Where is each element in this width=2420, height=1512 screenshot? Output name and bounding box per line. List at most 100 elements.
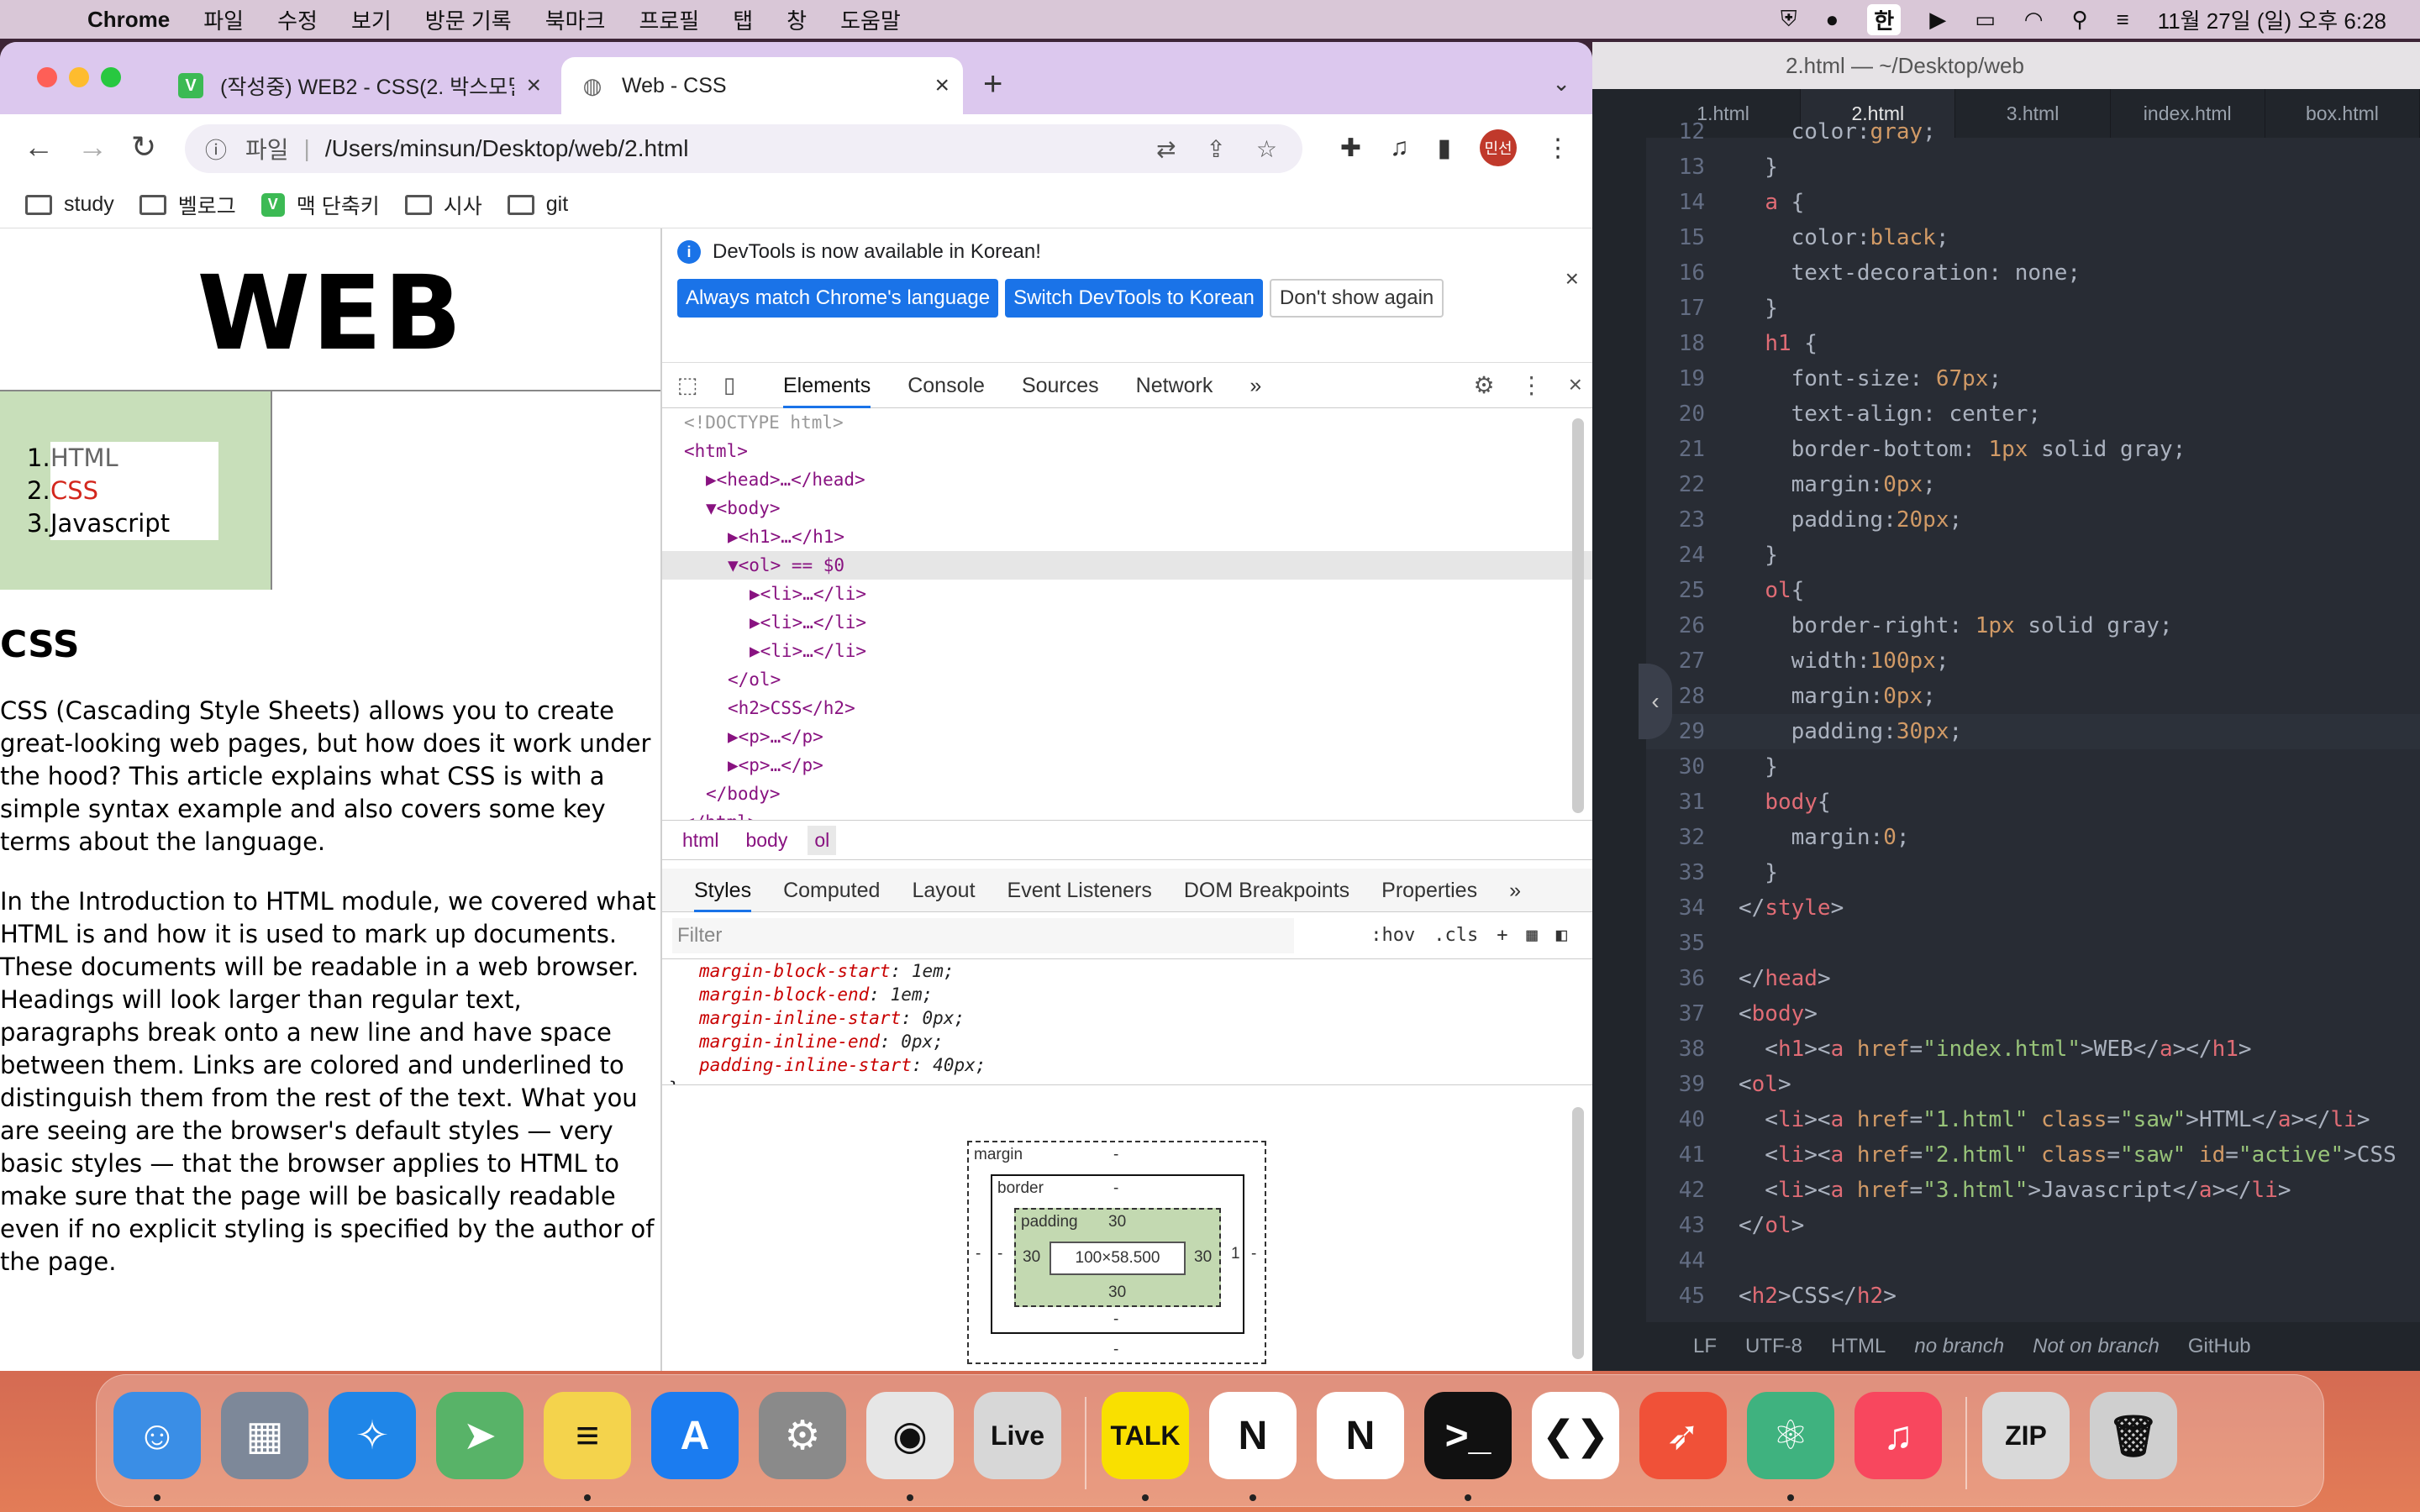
padding-top-value[interactable]: 30 bbox=[1108, 1213, 1126, 1231]
menu-view[interactable]: 보기 bbox=[351, 4, 392, 35]
trash-icon[interactable]: 🗑 bbox=[2090, 1392, 2177, 1479]
input-source-indicator[interactable]: 한 bbox=[1867, 3, 1902, 35]
sidebar-toggle-icon[interactable]: ◧ bbox=[1556, 925, 1567, 946]
link-css[interactable]: CSS bbox=[50, 475, 98, 507]
live-icon[interactable]: Live bbox=[974, 1392, 1061, 1479]
padding-left-value[interactable]: 30 bbox=[1023, 1248, 1040, 1267]
dom-scrollbar[interactable] bbox=[1572, 418, 1584, 813]
margin-right-value[interactable]: - bbox=[1251, 1245, 1256, 1263]
menu-bookmarks[interactable]: 북마크 bbox=[545, 4, 606, 35]
share-icon[interactable]: ⇪ bbox=[1206, 135, 1225, 163]
code-area[interactable]: 12 color:gray; 13 } 14 a { 15 color:blac… bbox=[1646, 119, 2420, 1356]
dom-node[interactable]: ▶<head>…</head> bbox=[662, 465, 1592, 494]
wifi-icon[interactable]: ◠ bbox=[2024, 7, 2044, 33]
kakaotalk-icon[interactable]: TALK bbox=[1102, 1392, 1189, 1479]
tab-sources[interactable]: Sources bbox=[1022, 363, 1099, 408]
more-tabs-icon[interactable]: » bbox=[1249, 363, 1261, 408]
margin-left-value[interactable]: - bbox=[976, 1245, 981, 1263]
border-top-value[interactable]: - bbox=[1113, 1179, 1118, 1198]
close-icon[interactable]: × bbox=[1565, 265, 1579, 292]
reload-button[interactable]: ↻ bbox=[131, 129, 156, 165]
kebab-menu-icon[interactable]: ⋮ bbox=[1520, 371, 1544, 399]
menu-tab[interactable]: 탭 bbox=[733, 4, 753, 35]
dom-node[interactable]: ▼<body> bbox=[662, 494, 1592, 522]
dom-node[interactable]: ▶<li>…</li> bbox=[662, 608, 1592, 637]
music-icon[interactable]: ♫ bbox=[1854, 1392, 1942, 1479]
margin-top-value[interactable]: - bbox=[1113, 1146, 1118, 1164]
menu-help[interactable]: 도움말 bbox=[840, 4, 901, 35]
launchpad-icon[interactable]: ▦ bbox=[221, 1392, 308, 1479]
gear-icon[interactable]: ⚙ bbox=[1474, 371, 1495, 399]
border-right-value[interactable]: 1 bbox=[1231, 1245, 1240, 1263]
tab-close-icon[interactable]: × bbox=[934, 71, 950, 100]
archive-icon[interactable]: ZIP bbox=[1982, 1392, 2070, 1479]
menu-file[interactable]: 파일 bbox=[203, 4, 244, 35]
paint-icon[interactable]: ▦ bbox=[1527, 925, 1538, 946]
dont-show-again-button[interactable]: Don't show again bbox=[1269, 279, 1444, 318]
battery-icon[interactable]: ▭ bbox=[1975, 7, 1996, 33]
dom-node[interactable]: <!DOCTYPE html> bbox=[662, 408, 1592, 437]
close-icon[interactable]: × bbox=[1569, 371, 1582, 399]
css-declaration[interactable]: margin-block-start: 1em; bbox=[662, 959, 1592, 983]
chrome-icon[interactable]: ◉ bbox=[866, 1392, 954, 1479]
dom-node[interactable]: ▶<p>…</p> bbox=[662, 722, 1592, 751]
css-declaration[interactable]: padding-inline-start: 40px; bbox=[662, 1053, 1592, 1077]
menu-window[interactable]: 창 bbox=[786, 4, 807, 35]
tab-close-icon[interactable]: × bbox=[526, 71, 541, 100]
tab-computed[interactable]: Computed bbox=[783, 869, 880, 912]
translate-icon[interactable]: ⇄ bbox=[1156, 135, 1176, 163]
notion-icon[interactable]: N bbox=[1209, 1392, 1297, 1479]
status-grammar[interactable]: HTML bbox=[1831, 1335, 1886, 1358]
tab-console[interactable]: Console bbox=[908, 363, 985, 408]
menubar-clock[interactable]: 11월 27일 (일) 오후 6:28 bbox=[2158, 4, 2386, 35]
extensions-icon[interactable]: ✚ bbox=[1340, 134, 1361, 163]
terminal-icon[interactable]: >_ bbox=[1424, 1392, 1512, 1479]
shield-icon[interactable]: ⛨ bbox=[1781, 6, 1797, 33]
tab-elements[interactable]: Elements bbox=[783, 363, 871, 408]
swift-icon[interactable]: ➶ bbox=[1639, 1392, 1727, 1479]
notification-icon[interactable]: ● bbox=[1826, 7, 1839, 33]
avatar[interactable]: 민선 bbox=[1480, 129, 1517, 166]
dom-node[interactable]: ▶<li>…</li> bbox=[662, 637, 1592, 665]
app-menu-chrome[interactable]: Chrome bbox=[87, 7, 170, 33]
styles-scrollbar[interactable] bbox=[1572, 1107, 1584, 1359]
menu-edit[interactable]: 수정 bbox=[277, 4, 318, 35]
switch-to-korean-button[interactable]: Switch DevTools to Korean bbox=[1005, 279, 1263, 318]
dom-node[interactable]: </body> bbox=[662, 780, 1592, 808]
status-git[interactable]: Not on branch bbox=[2033, 1335, 2160, 1358]
more-tabs-icon[interactable]: » bbox=[1509, 869, 1521, 912]
heading-link[interactable]: WEB bbox=[197, 254, 464, 373]
tab-network[interactable]: Network bbox=[1136, 363, 1213, 408]
css-declaration[interactable]: margin-inline-end: 0px; bbox=[662, 1030, 1592, 1053]
safari-icon[interactable]: ✧ bbox=[329, 1392, 416, 1479]
appstore-icon[interactable]: A bbox=[651, 1392, 739, 1479]
bookmark-mac-shortcuts[interactable]: V 맥 단축키 bbox=[260, 190, 380, 220]
bookmark-study[interactable]: study bbox=[25, 192, 114, 217]
status-encoding[interactable]: UTF-8 bbox=[1745, 1335, 1802, 1358]
new-tab-button[interactable]: + bbox=[983, 66, 1002, 103]
maps-icon[interactable]: ➤ bbox=[436, 1392, 523, 1479]
menu-history[interactable]: 방문 기록 bbox=[425, 4, 512, 35]
class-toggle[interactable]: .cls bbox=[1434, 925, 1478, 946]
settings-icon[interactable]: ⚙ bbox=[759, 1392, 846, 1479]
more-menu-icon[interactable]: ⋮ bbox=[1545, 134, 1570, 163]
zoom-window-button[interactable] bbox=[101, 67, 121, 87]
close-window-button[interactable] bbox=[37, 67, 57, 87]
dom-node[interactable]: ▶<h1>…</h1> bbox=[662, 522, 1592, 551]
device-toolbar-icon[interactable]: ▯ bbox=[713, 372, 746, 398]
tab-velog-draft[interactable]: V (작성중) WEB2 - CSS(2. 박스모델 × bbox=[160, 57, 555, 114]
forward-button[interactable]: → bbox=[77, 129, 108, 165]
link-html[interactable]: HTML bbox=[50, 442, 118, 475]
media-icon[interactable]: ♫ bbox=[1390, 134, 1409, 162]
bookmark-velog[interactable]: 벨로그 bbox=[139, 190, 236, 220]
crumb-ol[interactable]: ol bbox=[808, 825, 837, 855]
tab-layout[interactable]: Layout bbox=[912, 869, 975, 912]
dom-node-selected[interactable]: ▼<ol> == $0 bbox=[662, 551, 1592, 580]
always-match-language-button[interactable]: Always match Chrome's language bbox=[677, 279, 999, 318]
atom-icon[interactable]: ⚛ bbox=[1747, 1392, 1834, 1479]
hover-state-toggle[interactable]: :hov bbox=[1370, 925, 1415, 946]
dom-node[interactable]: </ol> bbox=[662, 665, 1592, 694]
tab-search-chevron-icon[interactable]: ⌄ bbox=[1552, 71, 1570, 97]
collapse-panel-chevron-icon[interactable]: ‹ bbox=[1639, 664, 1672, 739]
crumb-body[interactable]: body bbox=[739, 826, 794, 855]
